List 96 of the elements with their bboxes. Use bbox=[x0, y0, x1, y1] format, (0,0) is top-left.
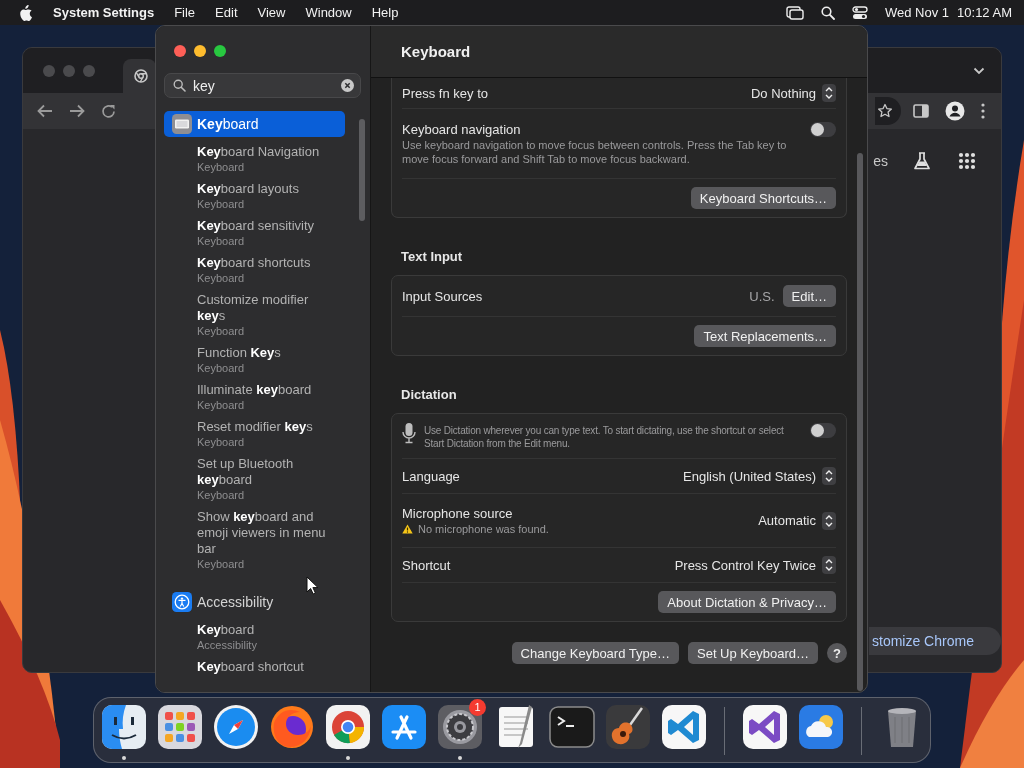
menu-item[interactable]: Window bbox=[295, 5, 362, 20]
search-field[interactable]: key bbox=[164, 73, 361, 98]
result-item[interactable]: Reset modifier keys Keyboard bbox=[164, 419, 345, 449]
setting-label: Keyboard navigation bbox=[402, 121, 522, 138]
compass-icon[interactable] bbox=[212, 703, 260, 751]
terminal-icon[interactable] bbox=[548, 703, 596, 751]
setting-value: U.S. bbox=[749, 288, 775, 304]
popup-button[interactable]: Press Control Key Twice bbox=[674, 556, 836, 574]
forward-icon[interactable] bbox=[69, 104, 85, 118]
setting-label: Language bbox=[402, 467, 460, 485]
more-icon[interactable] bbox=[981, 103, 985, 119]
weather-icon[interactable] bbox=[797, 703, 845, 751]
apple-icon[interactable] bbox=[19, 4, 33, 21]
button[interactable]: Change Keyboard Type… bbox=[511, 642, 679, 664]
profile-icon[interactable] bbox=[945, 101, 965, 121]
zoom-button[interactable] bbox=[214, 45, 226, 57]
button[interactable]: Text Replacements… bbox=[694, 325, 836, 347]
setting-label: Shortcut bbox=[402, 556, 451, 574]
menu-item[interactable]: View bbox=[247, 5, 296, 20]
browser-logo-icon bbox=[134, 69, 148, 83]
result-item[interactable]: Keyboard Navigation Keyboard bbox=[164, 144, 345, 174]
popup-button[interactable]: Do Nothing bbox=[750, 84, 836, 102]
menu-item[interactable]: Edit bbox=[205, 5, 248, 20]
result-item[interactable]: Customize modifier keys Keyboard bbox=[164, 292, 345, 338]
menu-item[interactable]: File bbox=[164, 5, 206, 20]
setting-description: Use Dictation wherever you can type text. To start dictating, use the shortcut or select Start Dictation from the Edit menu. bbox=[424, 424, 785, 450]
browser-icon[interactable] bbox=[324, 703, 372, 751]
screen-mirroring-icon[interactable] bbox=[786, 5, 804, 20]
apps-grid-icon[interactable] bbox=[958, 152, 976, 170]
finder-face-icon[interactable] bbox=[100, 703, 148, 751]
scroll-bar[interactable] bbox=[857, 153, 863, 691]
help-button[interactable]: ? bbox=[827, 643, 847, 663]
gear-icon[interactable] bbox=[436, 703, 484, 751]
control-center-icon[interactable] bbox=[852, 5, 868, 20]
close-button[interactable] bbox=[174, 45, 186, 57]
minimize-button[interactable] bbox=[194, 45, 206, 57]
app-grid-icon[interactable] bbox=[156, 703, 204, 751]
fox-globe-icon[interactable] bbox=[268, 703, 316, 751]
category-item[interactable]: Keyboard bbox=[164, 111, 345, 137]
toggle-switch[interactable] bbox=[810, 423, 836, 438]
result-item[interactable]: Keyboard sensitivity Keyboard bbox=[164, 218, 345, 248]
section-heading: Dictation bbox=[400, 386, 458, 404]
menu-bar-date[interactable]: Wed Nov 1 bbox=[885, 5, 950, 20]
setting-label: Microphone source bbox=[402, 505, 514, 522]
back-icon[interactable] bbox=[37, 104, 53, 118]
side-panel-icon[interactable] bbox=[913, 104, 929, 118]
result-item[interactable]: Illuminate keyboard Keyboard bbox=[164, 382, 345, 412]
result-item[interactable]: Set up Bluetooth keyboard Keyboard bbox=[164, 456, 345, 502]
clear-icon[interactable] bbox=[341, 79, 354, 92]
reload-icon[interactable] bbox=[101, 103, 116, 119]
toggle-switch[interactable] bbox=[810, 122, 836, 137]
ribbon-logo-icon[interactable] bbox=[741, 703, 789, 751]
result-item[interactable]: Keyboard Accessibility bbox=[164, 622, 345, 652]
setting-label: Input Sources bbox=[402, 287, 483, 305]
warning-icon bbox=[402, 524, 413, 534]
address-bar[interactable] bbox=[875, 97, 901, 125]
up-down-arrows-icon bbox=[822, 467, 836, 485]
up-down-arrows-icon bbox=[822, 84, 836, 102]
menu-item[interactable]: Help bbox=[361, 5, 409, 20]
category-item[interactable]: Accessibility bbox=[164, 589, 345, 615]
notification-badge: 1 bbox=[469, 699, 486, 716]
menu-item[interactable]: System Settings bbox=[43, 5, 165, 20]
pointer-icon bbox=[306, 576, 318, 595]
result-item[interactable]: Keyboard layouts Keyboard bbox=[164, 181, 345, 211]
up-down-arrows-icon bbox=[822, 511, 836, 530]
section-heading: Text Input bbox=[400, 248, 464, 266]
button[interactable]: Set Up Keyboard… bbox=[688, 642, 818, 664]
result-item[interactable]: Keyboard shortcuts Keyboard bbox=[164, 255, 345, 285]
app-store-icon[interactable] bbox=[380, 703, 428, 751]
menu-bar-time[interactable]: 10:12 AM bbox=[957, 5, 1012, 20]
window-title: Keyboard bbox=[401, 43, 471, 60]
popup-button[interactable]: Automatic bbox=[758, 511, 836, 530]
microphone-icon bbox=[402, 422, 416, 444]
star-icon[interactable] bbox=[877, 103, 893, 119]
button[interactable]: About Dictation & Privacy… bbox=[658, 591, 836, 613]
flask-icon[interactable] bbox=[912, 151, 932, 171]
accessibility-icon bbox=[172, 592, 192, 612]
customize-button[interactable]: stomize Chrome bbox=[869, 627, 1001, 655]
guitar-icon[interactable] bbox=[604, 703, 652, 751]
search-icon[interactable] bbox=[821, 5, 835, 20]
code-editor-icon[interactable] bbox=[660, 703, 708, 751]
up-down-arrows-icon bbox=[822, 556, 836, 574]
page-link[interactable]: es bbox=[873, 153, 888, 169]
chevron-down-icon[interactable] bbox=[973, 66, 985, 75]
result-item[interactable]: Show keyboard and emoji viewers in menu bar Keyboard bbox=[164, 509, 345, 571]
browser-tab[interactable] bbox=[123, 59, 156, 93]
setting-label: Press fn key to bbox=[402, 84, 488, 102]
warning-text: No microphone was found. bbox=[418, 522, 549, 536]
button[interactable]: Edit… bbox=[782, 285, 836, 307]
result-item[interactable]: Keyboard shortcut bbox=[164, 659, 345, 675]
setting-description: Use keyboard navigation to move focus between controls. Press the Tab key to move focus forward and Shift Tab to move focus backward. bbox=[402, 138, 788, 166]
keyboard-icon bbox=[172, 114, 192, 134]
popup-button[interactable]: English (United States) bbox=[683, 467, 836, 485]
result-item[interactable]: Function Keys Keyboard bbox=[164, 345, 345, 375]
scroll-bar[interactable] bbox=[359, 119, 365, 221]
button[interactable]: Keyboard Shortcuts… bbox=[690, 187, 836, 209]
